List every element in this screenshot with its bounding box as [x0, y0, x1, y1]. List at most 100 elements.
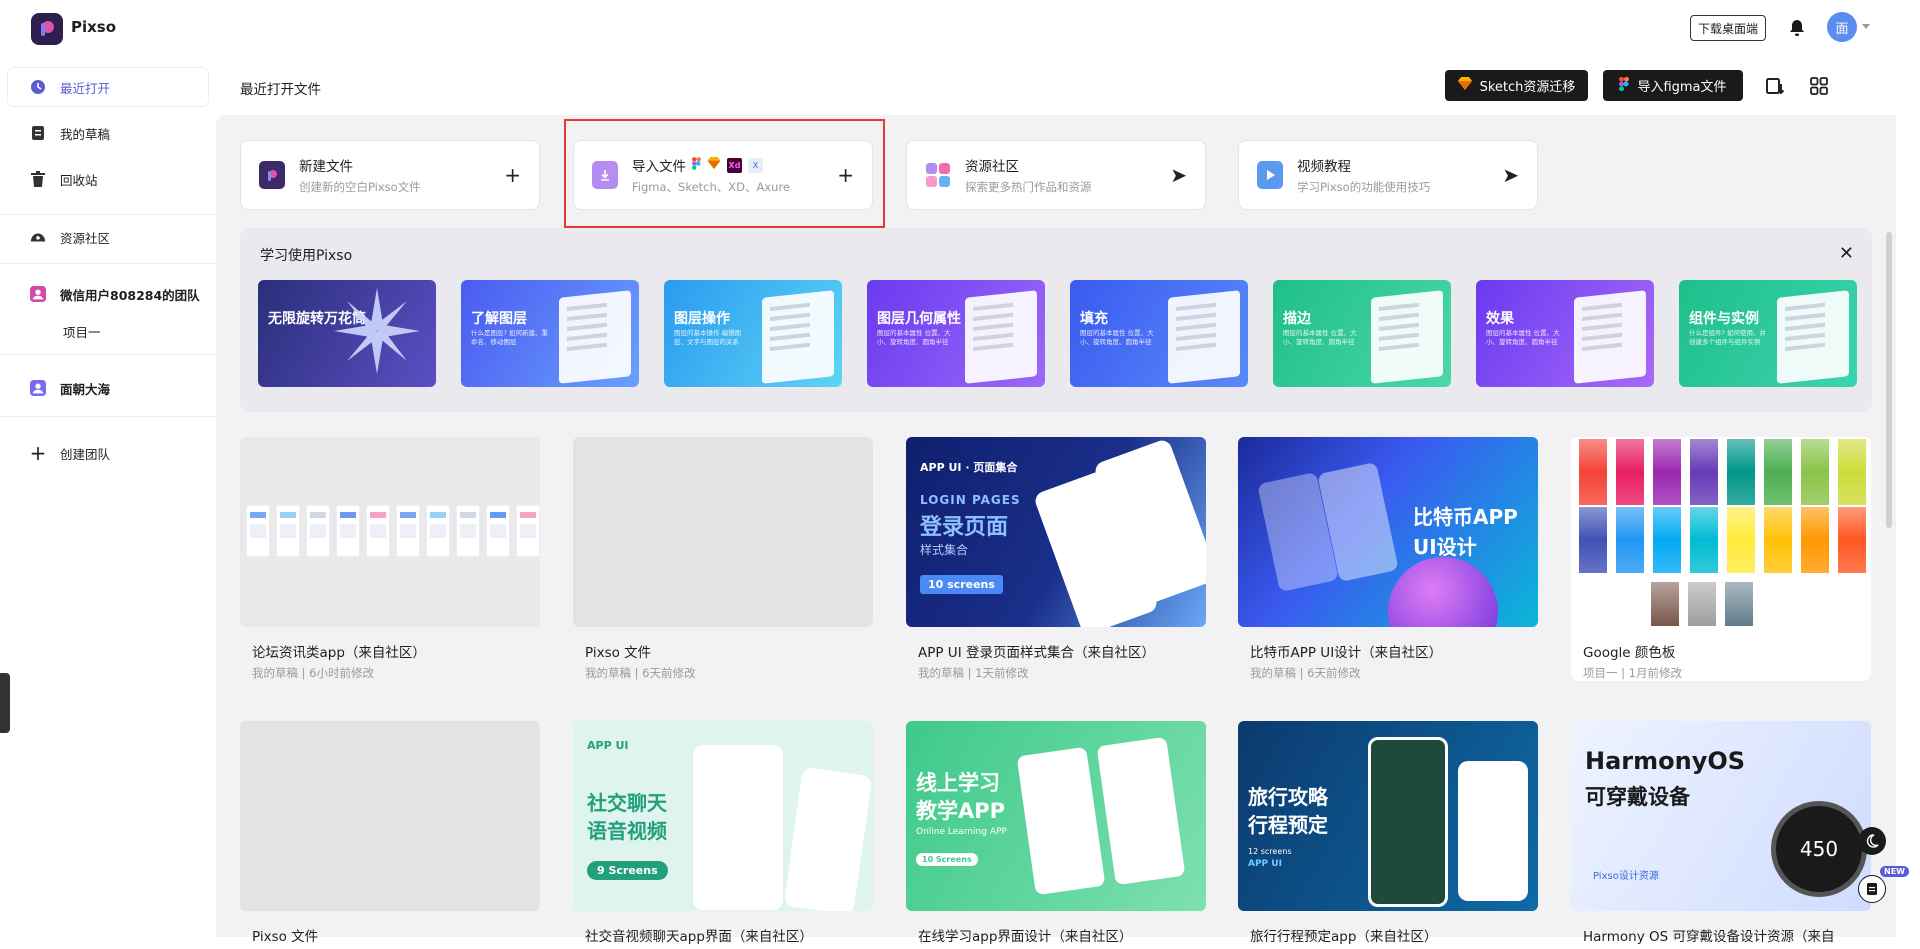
file-thumbnail[interactable] [573, 437, 873, 627]
team-avatar-icon [30, 286, 46, 302]
download-desktop-button[interactable]: 下载桌面端 [1690, 15, 1766, 41]
grid-view-icon[interactable] [1807, 74, 1831, 98]
phone-mockup [693, 745, 783, 910]
phone-mockup [1368, 737, 1448, 907]
color-swatch [1616, 439, 1644, 505]
clock-icon [30, 79, 46, 95]
learn-card[interactable]: 了解图层 什么是图层? 如何新建、重命名、移动图层 [461, 280, 639, 387]
page-title: 最近打开文件 [240, 82, 321, 98]
file-card[interactable]: 比特币APP UI设计 比特币APP UI设计（来自社区） 我的草稿 | 6天前… [1238, 437, 1538, 681]
chevron-down-icon[interactable] [1862, 24, 1870, 29]
color-swatch [1690, 507, 1718, 573]
ui-mockup [965, 290, 1037, 384]
scrollbar[interactable] [1886, 232, 1892, 528]
thumb-text: 样式集合 [920, 543, 969, 557]
sketch-migration-button[interactable]: Sketch资源迁移 [1445, 70, 1588, 101]
learn-card-subtitle: 图层的基本属性 位置、大小、旋转角度、圆角半径 [1283, 329, 1357, 347]
color-swatch [1838, 439, 1866, 505]
screen-thumbnail [276, 505, 300, 557]
color-swatch [1579, 507, 1607, 573]
thumb-text: LOGIN PAGES [920, 493, 1021, 507]
learn-card[interactable]: 图层操作 图层的基本操作 编辑图层、文字与图层的关系 [664, 280, 842, 387]
learn-card[interactable]: 图层几何属性 图层的基本属性 位置、大小、旋转角度、圆角半径 [867, 280, 1045, 387]
learn-card-subtitle: 图层的基本属性 位置、大小、旋转角度、圆角半径 [877, 329, 951, 347]
learn-card[interactable]: 效果 图层的基本属性 位置、大小、旋转角度、圆角半径 [1476, 280, 1654, 387]
file-card[interactable]: 线上学习 教学APP Online Learning APP 10 Screen… [906, 721, 1206, 949]
import-figma-label: 导入figma文件 [1637, 80, 1727, 95]
screen-thumbnail [486, 505, 510, 557]
import-figma-button[interactable]: 导入figma文件 [1603, 70, 1743, 101]
theme-toggle-icon[interactable] [1858, 827, 1886, 855]
learn-card[interactable]: 无限旋转万花筒 [258, 280, 436, 387]
file-thumbnail[interactable] [240, 437, 540, 627]
ui-mockup [1168, 290, 1240, 384]
bell-icon[interactable] [1788, 18, 1806, 42]
file-card[interactable]: 论坛资讯类app（来自社区） 我的草稿 | 6小时前修改 [240, 437, 540, 681]
file-card[interactable]: APP UI 社交聊天 语音视频 9 Screens 社交音视频聊天app界面（… [573, 721, 873, 949]
file-card[interactable]: Google 颜色板 项目一 | 1月前修改 [1571, 437, 1871, 681]
screen-thumbnail [306, 505, 330, 557]
changelog-icon[interactable] [1858, 875, 1886, 903]
color-swatch [1764, 507, 1792, 573]
divider [0, 263, 216, 264]
learn-card-title: 图层几何属性 [877, 311, 961, 327]
file-thumbnail[interactable]: 比特币APP UI设计 [1238, 437, 1538, 627]
file-thumbnail[interactable]: 线上学习 教学APP Online Learning APP 10 Screen… [906, 721, 1206, 911]
color-swatch [1838, 507, 1866, 573]
color-swatch [1653, 507, 1681, 573]
thumb-text: 10 screens [920, 575, 1003, 594]
file-card[interactable]: APP UI · 页面集合 LOGIN PAGES 登录页面 样式集合 10 s… [906, 437, 1206, 681]
sidebar-item-team[interactable]: 微信用户808284的团队 [8, 275, 208, 313]
learn-card-title: 了解图层 [471, 311, 527, 327]
sort-icon[interactable] [1763, 74, 1787, 98]
community-icon [30, 229, 46, 245]
thumb-text: 线上学习 [916, 771, 1000, 795]
file-thumbnail[interactable] [240, 721, 540, 911]
learn-card[interactable]: 组件与实例 什么是组件? 如何使用、并创建多个组件与组件实例 [1679, 280, 1857, 387]
file-name: 论坛资讯类app（来自社区） [252, 645, 426, 661]
file-name: 在线学习app界面设计（来自社区） [918, 929, 1133, 945]
file-thumbnail[interactable]: APP UI · 页面集合 LOGIN PAGES 登录页面 样式集合 10 s… [906, 437, 1206, 627]
sidebar-team-label: 微信用户808284的团队 [60, 287, 200, 303]
ui-mockup [762, 290, 834, 384]
file-card[interactable]: 旅行攻略 行程预定 12 screens APP UI 旅行行程预定app（来自… [1238, 721, 1538, 949]
sidebar-item-community[interactable]: 资源社区 [8, 218, 208, 256]
pixso-logo[interactable] [31, 13, 63, 45]
sidebar-item-recent[interactable]: 最近打开 [8, 68, 208, 106]
file-thumbnail[interactable] [1571, 437, 1871, 627]
color-swatch [1725, 582, 1753, 626]
sidebar-item-project[interactable]: 项目一 [63, 322, 101, 341]
file-thumbnail[interactable]: APP UI 社交聊天 语音视频 9 Screens [573, 721, 873, 911]
video-tutorial-card[interactable]: 视频教程 学习Pixso的功能使用技巧 ➤ [1238, 140, 1538, 210]
screen-thumbnail [246, 505, 270, 557]
sidebar-item-trash[interactable]: 回收站 [8, 160, 208, 198]
file-card[interactable]: Pixso 文件 [240, 721, 540, 949]
create-team-button[interactable]: + 创建团队 [8, 434, 208, 472]
sidebar: 最近打开 我的草稿 回收站 资源社区 微信用户808284的团队 项目一 面朝大… [0, 56, 216, 937]
action-subtitle: 探索更多热门作品和资源 [965, 180, 1092, 194]
close-icon[interactable]: ✕ [1839, 243, 1854, 264]
learn-card[interactable]: 填充 图层的基本属性 位置、大小、旋转角度、圆角半径 [1070, 280, 1248, 387]
drag-handle[interactable] [0, 673, 10, 733]
sidebar-item-label: 最近打开 [60, 80, 111, 96]
new-file-card[interactable]: 新建文件 创建新的空白Pixso文件 + [240, 140, 540, 210]
color-swatch [1616, 507, 1644, 573]
avatar[interactable]: 面 [1827, 12, 1857, 42]
learn-card[interactable]: 描边 图层的基本属性 位置、大小、旋转角度、圆角半径 [1273, 280, 1451, 387]
app-name: Pixso [71, 18, 117, 36]
action-subtitle: 创建新的空白Pixso文件 [299, 180, 421, 194]
community-card[interactable]: 资源社区 探索更多热门作品和资源 ➤ [906, 140, 1206, 210]
learn-card-subtitle: 什么是组件? 如何使用、并创建多个组件与组件实例 [1689, 329, 1767, 347]
file-thumbnail[interactable]: HarmonyOS 可穿戴设备 Pixso设计资源 450 [1571, 721, 1871, 911]
screen-thumbnail [396, 505, 420, 557]
divider [0, 416, 216, 417]
file-meta: 我的草稿 | 6天前修改 [585, 666, 696, 680]
sidebar-item-team2[interactable]: 面朝大海 [8, 369, 208, 407]
learn-card-title: 组件与实例 [1689, 311, 1759, 327]
sidebar-item-label: 回收站 [60, 172, 98, 188]
file-thumbnail[interactable]: 旅行攻略 行程预定 12 screens APP UI [1238, 721, 1538, 911]
sidebar-item-drafts[interactable]: 我的草稿 [8, 114, 208, 152]
file-card[interactable]: Pixso 文件 我的草稿 | 6天前修改 [573, 437, 873, 681]
file-card[interactable]: HarmonyOS 可穿戴设备 Pixso设计资源 450 Harmony OS… [1571, 721, 1871, 949]
thumb-text: 语音视频 [587, 819, 667, 843]
